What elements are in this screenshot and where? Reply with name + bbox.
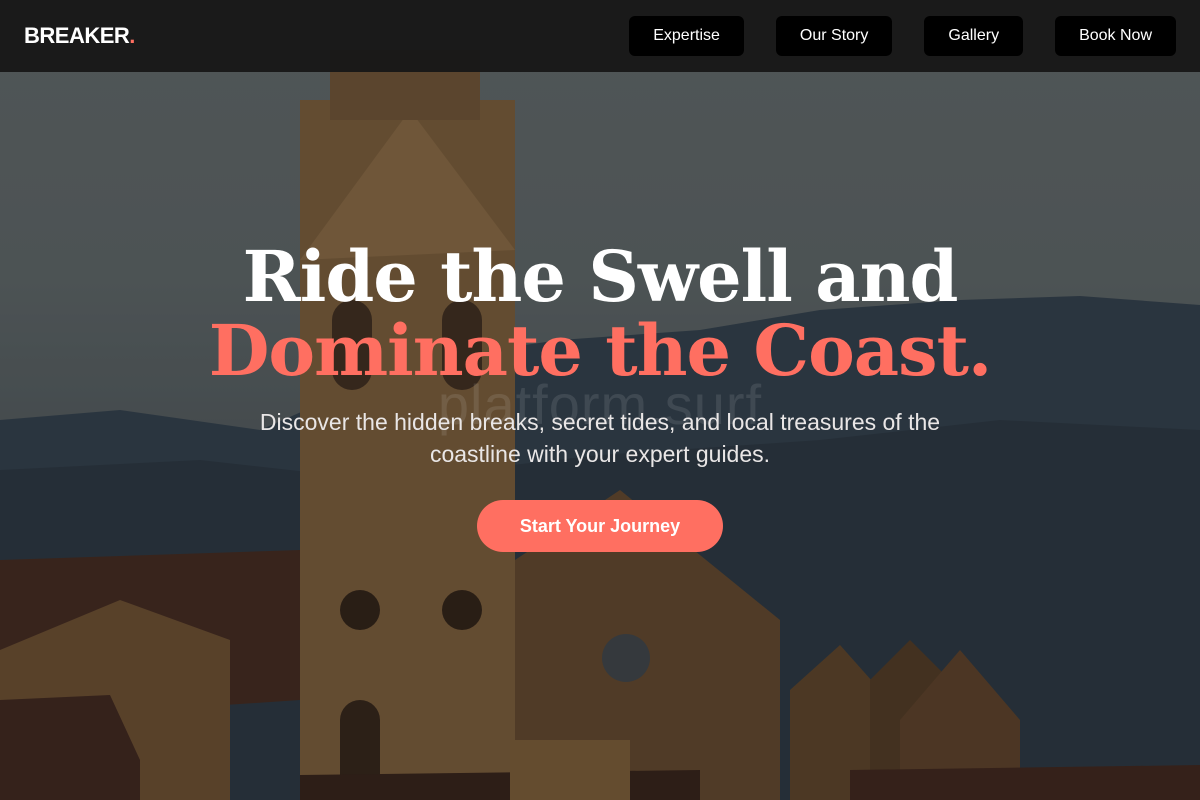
site-header: BREAKER. Expertise Our Story Gallery Boo…: [0, 0, 1200, 72]
hero-subtitle: Discover the hidden breaks, secret tides…: [259, 409, 941, 467]
hero-content: Ride the Swell and Dominate the Coast. D…: [0, 240, 1200, 552]
nav-book-now-button[interactable]: Book Now: [1055, 16, 1176, 56]
hero-headline: Ride the Swell and Dominate the Coast.: [0, 240, 1200, 388]
hero-headline-line2: Dominate the Coast.: [208, 309, 993, 392]
start-journey-button[interactable]: Start Your Journey: [477, 500, 723, 552]
brand-dot: .: [129, 23, 135, 48]
nav-our-story-button[interactable]: Our Story: [775, 16, 893, 56]
brand-logo[interactable]: BREAKER.: [24, 23, 135, 49]
hero-headline-line1: Ride the Swell and: [242, 235, 959, 318]
main-nav: Expertise Our Story Gallery Book Now: [629, 16, 1176, 56]
nav-gallery-button[interactable]: Gallery: [924, 16, 1024, 56]
nav-expertise-button[interactable]: Expertise: [629, 16, 744, 56]
brand-name: BREAKER: [24, 23, 130, 48]
